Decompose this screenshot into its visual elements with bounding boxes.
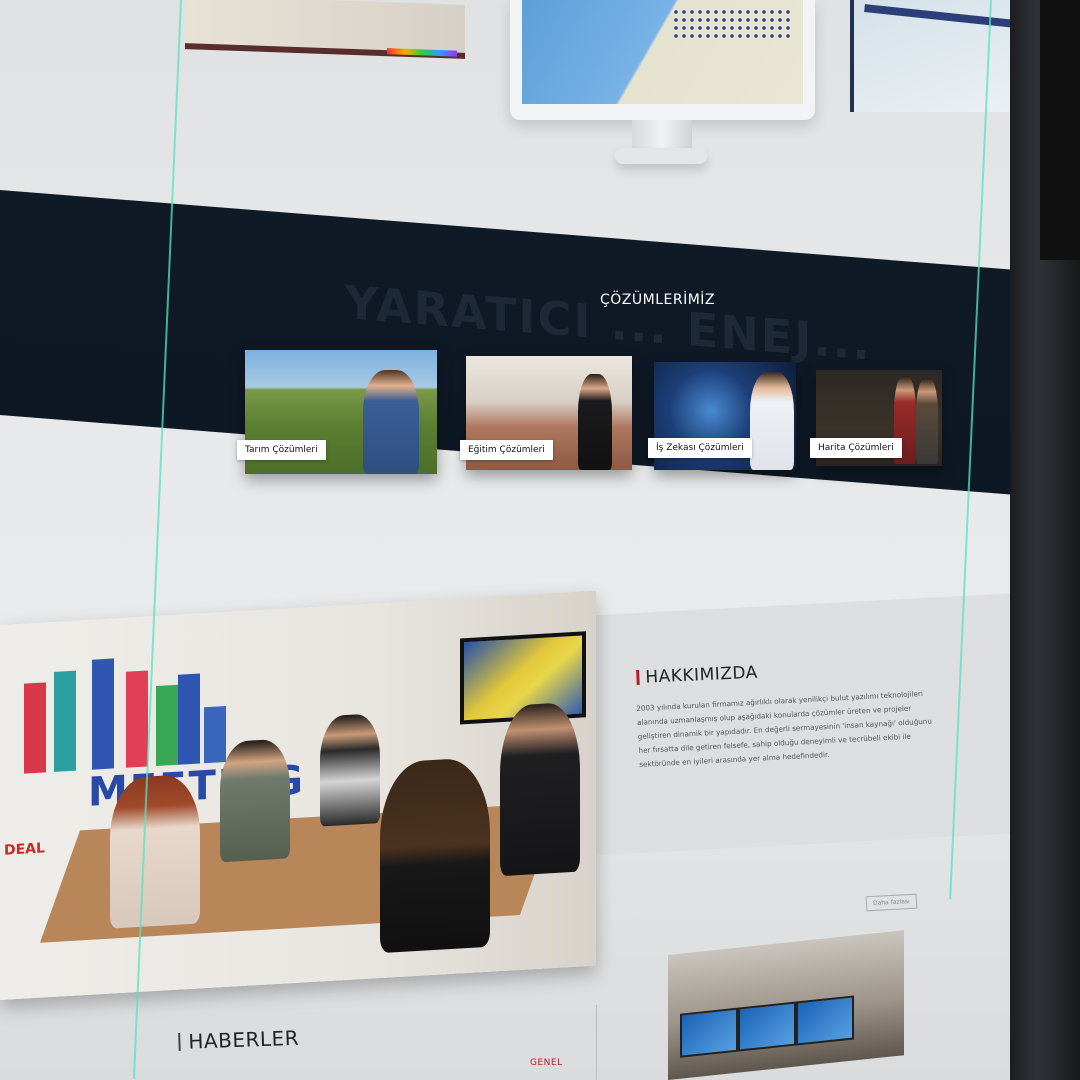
team-meeting-photo: MEETING DEAL — [0, 590, 596, 1000]
color-legend-bar — [387, 48, 457, 57]
news-photo[interactable] — [668, 930, 904, 1080]
news-title: HABERLER — [178, 1026, 299, 1054]
solution-label[interactable]: Eğitim Çözümleri — [460, 440, 553, 460]
top-showcase-image-left — [185, 0, 465, 59]
news-category-link[interactable]: GENEL — [530, 1058, 563, 1068]
monitor-base — [615, 148, 707, 164]
wall-text-deal: DEAL — [4, 840, 45, 859]
solutions-title: ÇÖZÜMLERİMİZ — [600, 292, 716, 308]
solution-label[interactable]: Harita Çözümleri — [810, 438, 902, 458]
solution-card-business-intelligence[interactable]: İş Zekası Çözümleri — [648, 362, 796, 470]
solution-label[interactable]: Tarım Çözümleri — [237, 440, 326, 460]
solution-card-education[interactable]: Eğitim Çözümleri — [460, 356, 632, 470]
read-more-button[interactable]: Daha fazlası — [865, 893, 918, 912]
monitor-mockup — [510, 0, 815, 120]
news-divider — [596, 1005, 597, 1080]
solution-card-agriculture[interactable]: Tarım Çözümleri — [237, 350, 437, 474]
solution-card-map[interactable]: Harita Çözümleri — [810, 370, 942, 466]
solution-label[interactable]: İş Zekası Çözümleri — [648, 438, 752, 458]
map-screen — [522, 0, 803, 104]
website-mockup: YARATICI ... ENEJ... ÇÖZÜMLERİMİZ Tarım … — [0, 0, 1080, 1080]
